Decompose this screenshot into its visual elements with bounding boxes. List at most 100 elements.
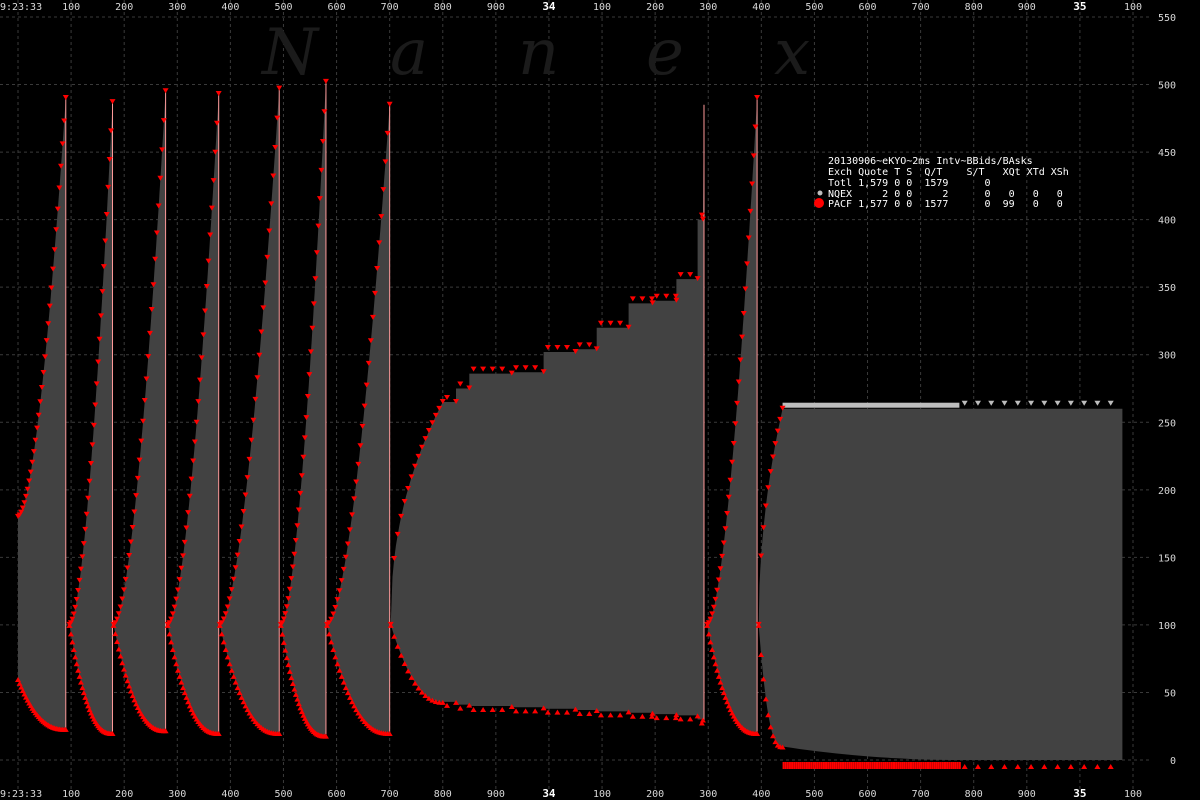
bid-marker <box>937 762 940 769</box>
bid-marker <box>880 762 883 769</box>
bid-marker <box>820 762 823 769</box>
bid-marker <box>878 762 881 769</box>
watermark-letter: n <box>518 16 559 90</box>
bid-marker <box>941 762 944 769</box>
bid-marker <box>1094 764 1101 769</box>
x-tick-label-top: 600 <box>858 2 876 13</box>
bid-marker <box>831 762 834 769</box>
bid-marker <box>788 762 791 769</box>
bid-marker <box>808 762 811 769</box>
bid-marker <box>916 762 919 769</box>
ask-marker <box>457 381 464 387</box>
y-tick-label: 150 <box>1158 553 1176 564</box>
bid-marker <box>863 762 866 769</box>
bid-marker <box>943 762 946 769</box>
x-axis-top: 09:23:33 100 200 300 400 500 600 700 800 900 34 100… <box>0 0 1142 13</box>
x-tick-label-top: 400 <box>752 2 770 13</box>
x-tick-label-bottom: 200 <box>115 789 133 800</box>
x-axis-bottom: 09:23:33 100 200 300 400 500 600 700 800 900 34 100… <box>0 787 1142 800</box>
x-tick-label-top: 300 <box>699 2 717 13</box>
ask-marker <box>109 99 116 105</box>
bid-marker <box>856 762 859 769</box>
x-tick-label-bottom: 100 <box>593 789 611 800</box>
x-tick-label-bottom: 500 <box>805 789 823 800</box>
x-tick-label-top: 400 <box>221 2 239 13</box>
bid-marker <box>852 762 855 769</box>
bid-marker <box>564 709 571 715</box>
bid-marker <box>865 762 868 769</box>
bid-marker <box>931 762 934 769</box>
x-tick-label-bottom: 100 <box>62 789 80 800</box>
bid-marker <box>480 706 487 712</box>
bid-marker <box>886 762 889 769</box>
bid-marker <box>835 762 838 769</box>
x-tick-label-bottom: 900 <box>487 789 505 800</box>
nqex-ask-marker <box>961 400 968 406</box>
ask-marker <box>62 95 69 101</box>
ask-marker <box>499 366 506 372</box>
bid-marker <box>522 708 529 714</box>
legend-header: Exch Quote T S Q/T S/T XQt XTd XSh <box>828 167 1069 178</box>
x-tick-label-bottom: 800 <box>965 789 983 800</box>
bid-marker <box>961 764 968 769</box>
x-tick-label-bottom: 35 <box>1073 787 1086 800</box>
bid-marker <box>1081 764 1088 769</box>
y-tick-label: 50 <box>1164 688 1176 699</box>
quote-chart: Nanex 050100150200250300350400450500550 … <box>0 0 1176 800</box>
ask-marker <box>386 101 393 107</box>
ask-marker <box>564 345 571 351</box>
nqex-ask-marker <box>1094 400 1101 406</box>
x-tick-label-top: 200 <box>646 2 664 13</box>
bid-marker <box>470 706 477 712</box>
bid-marker <box>617 712 624 718</box>
x-tick-label-bottom: 800 <box>434 789 452 800</box>
y-tick-label: 400 <box>1158 216 1176 227</box>
bid-marker <box>988 764 995 769</box>
bid-marker <box>859 762 862 769</box>
ask-marker <box>108 128 115 134</box>
quote-area-5 <box>219 88 280 734</box>
bid-marker <box>1028 764 1035 769</box>
nqex-ask-marker <box>1014 400 1021 406</box>
nqex-ask-marker <box>1001 400 1008 406</box>
x-tick-label-top: 100 <box>62 2 80 13</box>
x-tick-label-bottom: 200 <box>646 789 664 800</box>
x-tick-label-top: 700 <box>912 2 930 13</box>
bid-marker <box>946 762 949 769</box>
bid-marker <box>791 762 794 769</box>
bid-marker <box>884 762 887 769</box>
bid-marker <box>867 762 870 769</box>
y-tick-label: 450 <box>1158 148 1176 159</box>
ask-marker <box>321 109 328 115</box>
bid-marker <box>910 762 912 769</box>
x-tick-label-top: 500 <box>805 2 823 13</box>
bid-marker <box>974 764 981 769</box>
legend-title: 20130906~eKYO~2ms Intv~BBids/BAsks <box>828 156 1033 167</box>
bid-marker <box>850 762 853 769</box>
bid-marker <box>816 762 819 769</box>
watermark-letter: e <box>646 16 684 90</box>
bid-marker <box>914 762 917 769</box>
bid-marker <box>833 762 836 769</box>
bid-marker <box>782 762 785 769</box>
x-tick-label-top: 900 <box>1018 2 1036 13</box>
bid-marker <box>897 762 900 769</box>
bid-marker <box>1001 764 1008 769</box>
x-tick-label-bottom: 500 <box>274 789 292 800</box>
ask-marker <box>754 95 761 101</box>
x-tick-label-top: 300 <box>168 2 186 13</box>
ask-marker <box>653 293 660 299</box>
ask-marker <box>522 365 529 371</box>
x-tick-label-bottom: 400 <box>221 789 239 800</box>
quote-area-10 <box>758 408 1123 760</box>
bid-marker <box>903 762 906 769</box>
bid-marker <box>677 716 684 722</box>
bid-marker <box>805 762 808 769</box>
bid-marker <box>899 762 902 769</box>
ask-marker <box>322 78 329 84</box>
bid-marker <box>901 762 904 769</box>
pacf-marker-icon <box>814 198 824 208</box>
x-tick-label-top: 700 <box>381 2 399 13</box>
bid-marker <box>869 762 872 769</box>
bid-marker <box>933 762 936 769</box>
